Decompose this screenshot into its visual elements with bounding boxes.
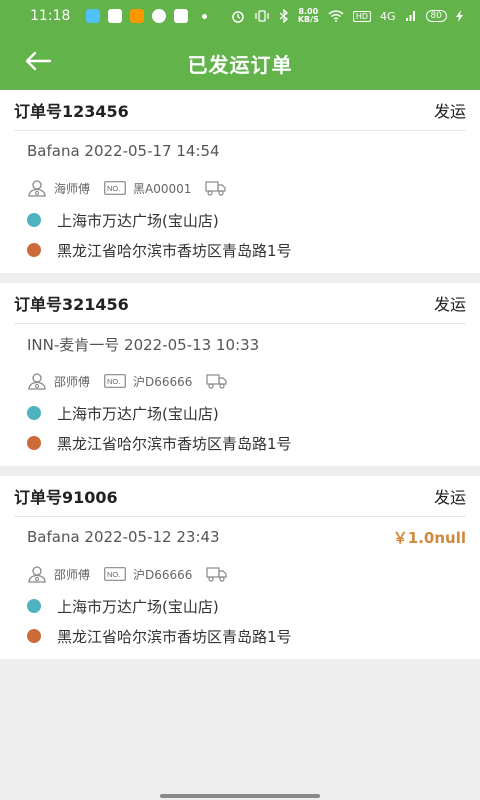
destination-row: 黑龙江省哈尔滨市香坊区青岛路1号	[14, 235, 466, 265]
license-no-icon: NO.	[104, 181, 126, 195]
order-status: 发运	[433, 488, 466, 507]
order-info-row: Bafana 2022-05-12 23:43 ￥1.0null	[14, 517, 466, 557]
driver-icon	[27, 372, 47, 390]
driver-icon	[27, 565, 47, 583]
destination-dot-icon	[27, 243, 41, 257]
status-time: 11:18	[30, 8, 71, 24]
notification-map-icon	[108, 9, 123, 23]
notification-telegram-icon	[174, 9, 189, 23]
order-header: 订单号123456 发运	[14, 90, 466, 131]
hd-badge: HD	[352, 10, 372, 22]
svg-text:NO.: NO.	[107, 184, 120, 193]
origin-row: 上海市万达广场(宝山店)	[14, 205, 466, 235]
order-card[interactable]: 订单号123456 发运 Bafana 2022-05-17 14:54 海师傅…	[0, 90, 480, 273]
destination-row: 黑龙江省哈尔滨市香坊区青岛路1号	[14, 621, 466, 651]
truck-icon	[205, 180, 227, 196]
origin-row: 上海市万达广场(宝山店)	[14, 591, 466, 621]
notification-app-icon	[86, 9, 101, 23]
destination-dot-icon	[27, 629, 41, 643]
card-divider	[0, 273, 480, 283]
order-price: ￥1.0null	[392, 528, 466, 547]
order-status: 发运	[433, 102, 466, 121]
page-title: 已发运订单	[187, 53, 293, 77]
order-list: 订单号123456 发运 Bafana 2022-05-17 14:54 海师傅…	[0, 90, 480, 659]
driver-name: 海师傅	[54, 181, 91, 196]
origin-dot-icon	[27, 213, 41, 227]
order-number: 订单号321456	[14, 295, 129, 314]
driver-icon	[27, 179, 47, 197]
nav-bar: 已发运订单	[0, 32, 480, 90]
license-no-icon: NO.	[104, 567, 126, 581]
order-info: Bafana 2022-05-17 14:54	[27, 142, 220, 160]
plate-number: 沪D66666	[133, 374, 193, 389]
driver-row: 邵师傅 NO. 沪D66666	[14, 364, 466, 398]
license-no-icon: NO.	[104, 374, 126, 388]
signal-icon	[405, 11, 415, 21]
destination-address: 黑龙江省哈尔滨市香坊区青岛路1号	[57, 627, 292, 646]
destination-dot-icon	[27, 436, 41, 450]
order-header: 订单号321456 发运	[14, 283, 466, 324]
network-type: 4G	[380, 9, 396, 23]
origin-address: 上海市万达广场(宝山店)	[57, 597, 219, 616]
order-number: 订单号123456	[14, 102, 129, 121]
order-info: Bafana 2022-05-12 23:43	[27, 528, 220, 546]
order-info-row: INN-麦肯一号 2022-05-13 10:33	[14, 324, 466, 364]
destination-row: 黑龙江省哈尔滨市香坊区青岛路1号	[14, 428, 466, 458]
network-speed: 8.00 KB/S	[297, 7, 319, 24]
order-header: 订单号91006 发运	[14, 476, 466, 517]
destination-address: 黑龙江省哈尔滨市香坊区青岛路1号	[57, 434, 292, 453]
origin-address: 上海市万达广场(宝山店)	[57, 404, 219, 423]
truck-icon	[206, 373, 228, 389]
truck-icon	[206, 566, 228, 582]
alarm-icon	[232, 11, 244, 23]
driver-row: 海师傅 NO. 黑A00001	[14, 171, 466, 205]
order-card[interactable]: 订单号321456 发运 INN-麦肯一号 2022-05-13 10:33 邵…	[0, 283, 480, 466]
notification-eye-icon	[152, 9, 167, 23]
vibrate-icon	[255, 10, 269, 22]
svg-text:NO.: NO.	[107, 377, 120, 386]
order-info: INN-麦肯一号 2022-05-13 10:33	[27, 335, 260, 354]
wifi-icon	[328, 10, 344, 22]
charging-icon	[456, 10, 463, 22]
origin-dot-icon	[27, 406, 41, 420]
driver-name: 邵师傅	[54, 374, 91, 389]
bluetooth-icon	[279, 9, 288, 23]
order-number: 订单号91006	[14, 488, 118, 507]
driver-name: 邵师傅	[54, 567, 91, 582]
plate-number: 沪D66666	[133, 567, 193, 582]
order-card[interactable]: 订单号91006 发运 Bafana 2022-05-12 23:43 ￥1.0…	[0, 476, 480, 659]
order-status: 发运	[433, 295, 466, 314]
status-bar: 11:18 8.00 KB/S HD 4G 80	[0, 0, 480, 32]
battery-level: 80	[425, 10, 447, 22]
notification-video-icon	[130, 9, 145, 23]
card-divider	[0, 466, 480, 476]
more-notifications-icon	[202, 13, 208, 19]
home-indicator[interactable]	[160, 794, 320, 798]
origin-address: 上海市万达广场(宝山店)	[57, 211, 219, 230]
plate-number: 黑A00001	[133, 181, 192, 196]
origin-row: 上海市万达广场(宝山店)	[14, 398, 466, 428]
svg-text:NO.: NO.	[107, 570, 120, 579]
driver-row: 邵师傅 NO. 沪D66666	[14, 557, 466, 591]
origin-dot-icon	[27, 599, 41, 613]
order-info-row: Bafana 2022-05-17 14:54	[14, 131, 466, 171]
top-bar: 11:18 8.00 KB/S HD 4G 80 已发运订单	[0, 0, 480, 90]
destination-address: 黑龙江省哈尔滨市香坊区青岛路1号	[57, 241, 292, 260]
